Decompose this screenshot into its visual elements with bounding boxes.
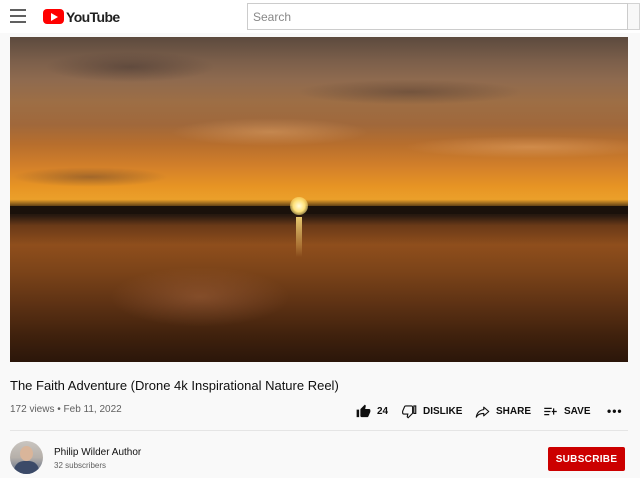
video-meta: 172 views • Feb 11, 2022 xyxy=(10,404,122,415)
share-label: SHARE xyxy=(496,405,532,417)
share-button[interactable]: SHARE xyxy=(475,403,531,419)
search-button[interactable] xyxy=(628,3,640,30)
thumbs-down-icon xyxy=(402,404,417,419)
video-frame-sun xyxy=(290,197,308,215)
logo-text: YouTube xyxy=(66,8,120,25)
more-actions-icon[interactable]: ••• xyxy=(607,403,623,419)
youtube-play-icon xyxy=(43,9,64,24)
video-frame-clouds xyxy=(10,37,628,187)
search-input[interactable] xyxy=(248,4,627,29)
subscriber-count: 32 subscribers xyxy=(54,461,107,470)
share-icon xyxy=(475,406,490,418)
save-button[interactable]: SAVE xyxy=(543,403,591,419)
save-label: SAVE xyxy=(564,405,591,417)
add-to-playlist-icon xyxy=(544,407,557,415)
top-bar: YouTube xyxy=(0,0,640,33)
like-count: 24 xyxy=(377,405,389,417)
channel-avatar[interactable] xyxy=(10,441,43,474)
dislike-label: DISLIKE xyxy=(423,405,463,417)
more-label: ••• xyxy=(607,404,623,418)
like-button[interactable]: 24 xyxy=(356,403,388,419)
channel-name[interactable]: Philip Wilder Author xyxy=(54,447,141,458)
divider xyxy=(10,430,628,431)
video-frame-horizon xyxy=(10,206,628,214)
video-frame-water xyxy=(110,267,290,327)
video-player[interactable] xyxy=(10,37,628,362)
youtube-logo[interactable]: YouTube xyxy=(43,8,120,25)
subscribe-button[interactable]: SUBSCRIBE xyxy=(548,447,625,471)
hamburger-menu-icon[interactable] xyxy=(10,9,26,23)
dislike-button[interactable]: DISLIKE xyxy=(402,403,462,419)
video-title: The Faith Adventure (Drone 4k Inspiratio… xyxy=(10,378,339,393)
video-frame-reflection xyxy=(296,217,302,257)
thumbs-up-icon xyxy=(356,404,371,417)
search-box[interactable] xyxy=(247,3,628,30)
